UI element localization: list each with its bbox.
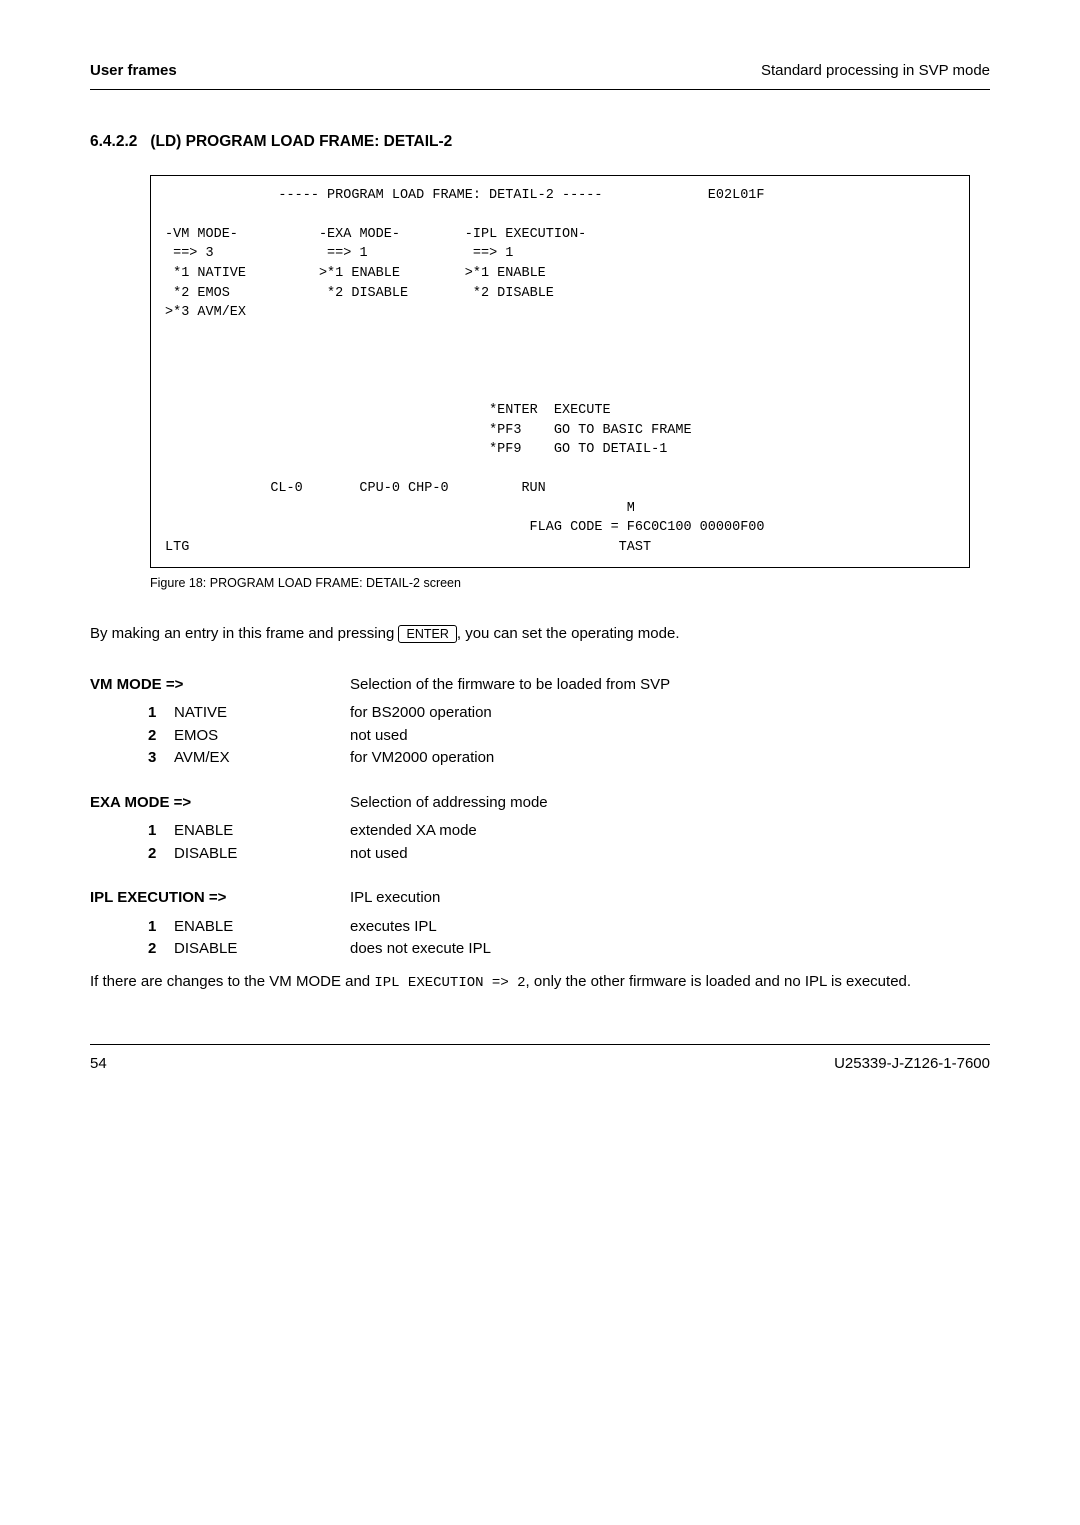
vm-mode-item-3: 3 AVM/EX for VM2000 operation [148,747,990,770]
terminal-status-m: M [165,501,635,516]
item-num: 3 [148,747,174,770]
pf-pf9: *PF9 GO TO DETAIL-1 [489,442,667,457]
item-desc: not used [350,725,990,748]
vm-mode-row: VM MODE => Selection of the firmware to … [90,674,990,697]
item-desc: executes IPL [350,916,990,939]
ipl-item-1: >*1 ENABLE [465,266,546,281]
exa-header: -EXA MODE- [319,227,400,242]
vm-item-1: *1 NATIVE [165,266,246,281]
item-desc: extended XA mode [350,820,990,843]
header-right: Standard processing in SVP mode [761,60,990,83]
footer-doc-id: U25339-J-Z126-1-7600 [834,1053,990,1076]
vm-mode-term: VM MODE => [90,674,350,697]
item-desc: for BS2000 operation [350,702,990,725]
pf-pf3: *PF3 GO TO BASIC FRAME [489,423,692,438]
exa-mode-term: EXA MODE => [90,792,350,815]
item-label: EMOS [174,725,350,748]
closing-post: , only the other firmware is loaded and … [526,973,912,990]
page-footer: 54 U25339-J-Z126-1-7600 [90,1044,990,1076]
vm-item-2: *2 EMOS [165,286,230,301]
closing-pre: If there are changes to the VM MODE and [90,973,374,990]
exa-mode-item-2: 2 DISABLE not used [148,843,990,866]
ipl-exec-item-2: 2 DISABLE does not execute IPL [148,938,990,961]
item-desc: not used [350,843,990,866]
pf-enter: *ENTER EXECUTE [489,403,611,418]
intro-pre: By making an entry in this frame and pre… [90,625,398,642]
section-heading: 6.4.2.2 (LD) PROGRAM LOAD FRAME: DETAIL-… [90,130,990,153]
item-label: DISABLE [174,938,350,961]
closing-paragraph: If there are changes to the VM MODE and … [90,971,990,994]
terminal-status-line: CL-0 CPU-0 CHP-0 RUN [165,481,546,496]
vm-prompt: ==> 3 [165,246,214,261]
ipl-exec-item-1: 1 ENABLE executes IPL [148,916,990,939]
item-label: DISABLE [174,843,350,866]
ipl-item-2: *2 DISABLE [465,286,554,301]
ipl-exec-row: IPL EXECUTION => IPL execution [90,887,990,910]
ipl-exec-term: IPL EXECUTION => [90,887,350,910]
item-num: 1 [148,702,174,725]
vm-mode-desc: Selection of the firmware to be loaded f… [350,674,990,697]
item-num: 2 [148,843,174,866]
ipl-header: -IPL EXECUTION- [465,227,587,242]
item-desc: does not execute IPL [350,938,990,961]
vm-mode-item-1: 1 NATIVE for BS2000 operation [148,702,990,725]
exa-mode-desc: Selection of addressing mode [350,792,990,815]
exa-item-2: *2 DISABLE [319,286,408,301]
vm-mode-item-2: 2 EMOS not used [148,725,990,748]
terminal-ltg-line: LTG TAST [165,540,651,555]
item-num: 2 [148,938,174,961]
terminal-flag-line: FLAG CODE = F6C0C100 00000F00 [165,520,765,535]
vm-item-3: >*3 AVM/EX [165,305,246,320]
intro-post: , you can set the operating mode. [457,625,680,642]
section-title: (LD) PROGRAM LOAD FRAME: DETAIL-2 [150,133,452,150]
item-num: 2 [148,725,174,748]
vm-header: -VM MODE- [165,227,238,242]
exa-mode-row: EXA MODE => Selection of addressing mode [90,792,990,815]
header-left: User frames [90,60,177,83]
item-num: 1 [148,820,174,843]
ipl-prompt: ==> 1 [465,246,514,261]
figure-caption: Figure 18: PROGRAM LOAD FRAME: DETAIL-2 … [150,574,970,593]
footer-page-number: 54 [90,1053,107,1076]
exa-prompt: ==> 1 [319,246,368,261]
exa-item-1: >*1 ENABLE [319,266,400,281]
item-label: ENABLE [174,916,350,939]
section-number: 6.4.2.2 [90,133,137,150]
page-header: User frames Standard processing in SVP m… [90,60,990,90]
ipl-exec-desc: IPL execution [350,887,990,910]
item-num: 1 [148,916,174,939]
item-label: ENABLE [174,820,350,843]
enter-key: ENTER [398,625,456,643]
item-desc: for VM2000 operation [350,747,990,770]
item-label: AVM/EX [174,747,350,770]
terminal-title-line: ----- PROGRAM LOAD FRAME: DETAIL-2 -----… [165,188,765,203]
exa-mode-item-1: 1 ENABLE extended XA mode [148,820,990,843]
terminal-frame: ----- PROGRAM LOAD FRAME: DETAIL-2 -----… [150,175,970,569]
closing-code: IPL EXECUTION => 2 [374,975,525,991]
intro-paragraph: By making an entry in this frame and pre… [90,623,990,646]
item-label: NATIVE [174,702,350,725]
